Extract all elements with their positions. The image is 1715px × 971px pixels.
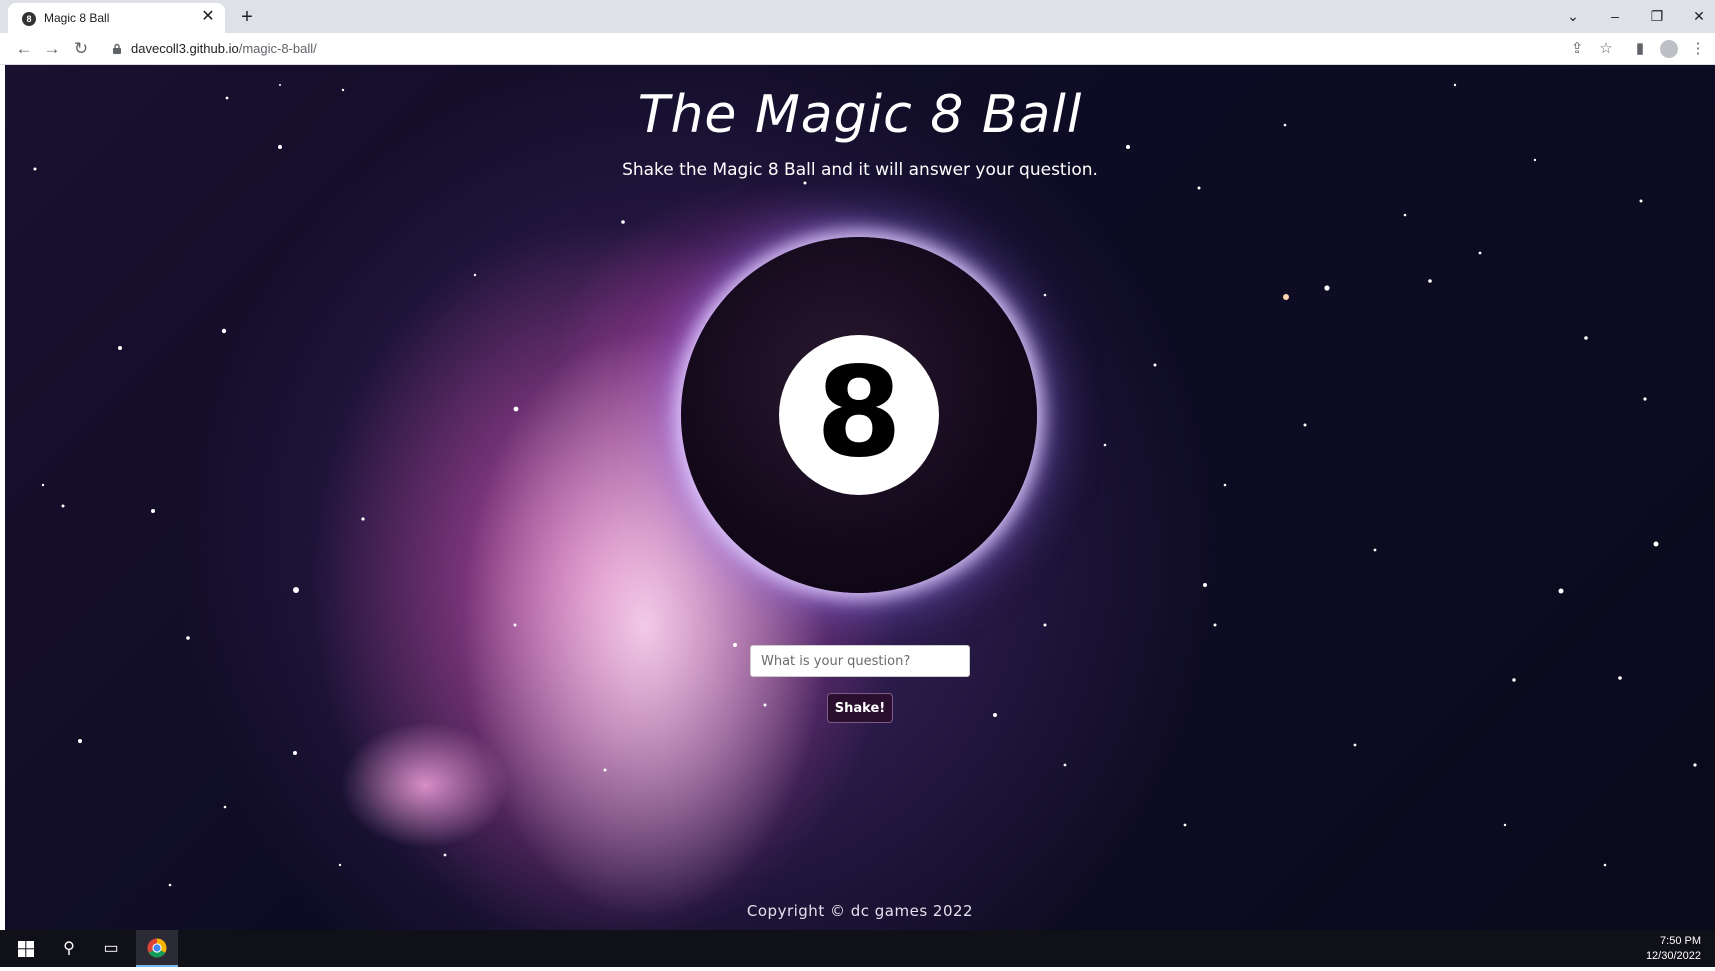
- windows-taskbar: ⚲ ▭ 7:50 PM 12/30/2022: [0, 930, 1715, 967]
- chrome-icon: [147, 938, 167, 958]
- ball-number: 8: [815, 341, 903, 485]
- page-viewport: The Magic 8 Ball Shake the Magic 8 Ball …: [5, 65, 1715, 930]
- clock-date: 12/30/2022: [1645, 950, 1701, 962]
- minimize-button[interactable]: –: [1603, 5, 1627, 27]
- ball-answer-window: 8: [779, 335, 939, 495]
- address-bar[interactable]: davecoll3.github.io/magic-8-ball/: [131, 41, 317, 56]
- url-host: davecoll3.github.io: [131, 41, 239, 56]
- task-view-icon[interactable]: ▭: [90, 930, 132, 967]
- question-input[interactable]: [750, 645, 970, 677]
- browser-tab[interactable]: 8 Magic 8 Ball ✕: [8, 3, 225, 33]
- browser-toolbar: ← → ↻ davecoll3.github.io/magic-8-ball/ …: [0, 33, 1715, 65]
- back-arrow-icon[interactable]: ←: [13, 38, 35, 60]
- star-icon[interactable]: ☆: [1595, 38, 1617, 60]
- page-subtitle: Shake the Magic 8 Ball and it will answe…: [622, 160, 1098, 180]
- page-title: The Magic 8 Ball: [637, 85, 1083, 145]
- copyright-footer: Copyright © dc games 2022: [746, 902, 974, 920]
- tab-close-icon[interactable]: ✕: [199, 8, 217, 26]
- tab-strip: 8 Magic 8 Ball ✕ + ⌄ – ❐ ✕: [0, 0, 1715, 33]
- shake-button[interactable]: Shake!: [827, 693, 893, 723]
- side-panel-icon[interactable]: ▮: [1629, 38, 1651, 60]
- chrome-taskbar-button[interactable]: [136, 930, 178, 967]
- magic-8-ball: 8: [681, 237, 1037, 593]
- reload-icon[interactable]: ↻: [70, 38, 92, 60]
- lock-icon[interactable]: [112, 43, 122, 54]
- profile-icon[interactable]: [1660, 40, 1678, 58]
- tab-favicon-icon: 8: [22, 12, 36, 26]
- restore-button[interactable]: ❐: [1645, 5, 1669, 27]
- system-clock[interactable]: 7:50 PM 12/30/2022: [1646, 934, 1701, 964]
- kebab-menu-icon[interactable]: ⋮: [1687, 38, 1709, 60]
- url-path: /magic-8-ball/: [238, 41, 317, 56]
- search-icon[interactable]: ⚲: [48, 930, 90, 967]
- share-icon[interactable]: ⇪: [1566, 38, 1588, 60]
- windows-start-icon[interactable]: [5, 930, 47, 967]
- clock-time: 7:50 PM: [1660, 935, 1701, 947]
- close-window-button[interactable]: ✕: [1687, 5, 1711, 27]
- forward-arrow-icon[interactable]: →: [41, 38, 63, 60]
- new-tab-button[interactable]: +: [236, 6, 258, 28]
- tab-title: Magic 8 Ball: [44, 11, 110, 25]
- tab-search-icon[interactable]: ⌄: [1561, 5, 1585, 27]
